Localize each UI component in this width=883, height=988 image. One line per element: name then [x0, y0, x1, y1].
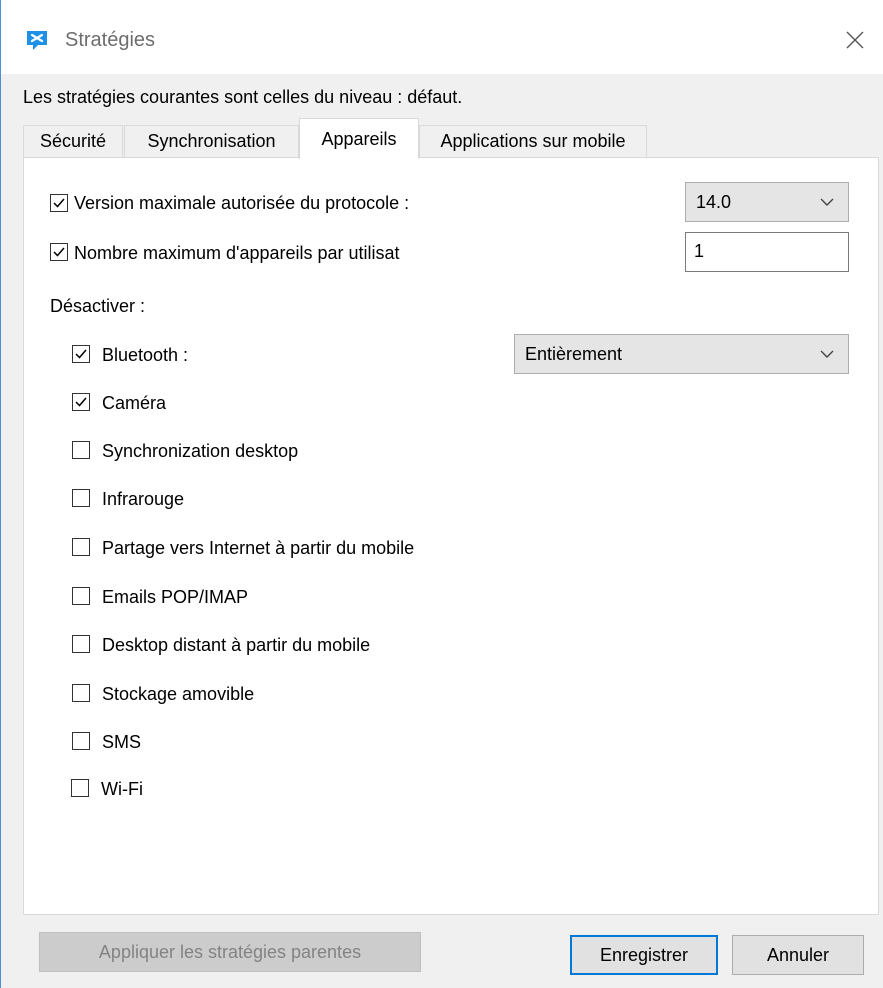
tab-appareils[interactable]: Appareils: [299, 118, 419, 159]
chevron-down-icon: [820, 198, 834, 206]
checkmark-icon: [53, 198, 65, 208]
protocol-version-value: 14.0: [696, 192, 732, 212]
max-devices-label: Nombre maximum d'appareils par utilisat: [74, 243, 400, 263]
pop-imap-checkbox[interactable]: [72, 587, 90, 605]
policies-dialog: Stratégies Les stratégies courantes sont…: [0, 0, 883, 988]
max-devices-value: 1: [694, 241, 705, 261]
max-devices-checkbox[interactable]: [50, 243, 68, 261]
bluetooth-select[interactable]: Entièrement: [514, 334, 849, 374]
desktop-sync-label: Synchronization desktop: [102, 441, 299, 461]
removable-storage-checkbox[interactable]: [72, 684, 90, 702]
max-devices-input[interactable]: 1: [685, 232, 849, 272]
protocol-version-select[interactable]: 14.0: [685, 182, 849, 222]
camera-checkbox[interactable]: [72, 393, 90, 411]
internet-sharing-checkbox[interactable]: [72, 538, 90, 556]
infrared-checkbox[interactable]: [72, 489, 90, 507]
cancel-button[interactable]: Annuler: [732, 935, 864, 975]
apply-parent-policies-button: Appliquer les stratégies parentes: [39, 932, 421, 972]
close-button[interactable]: [840, 25, 870, 55]
tab-securite[interactable]: Sécurité: [23, 125, 123, 157]
remote-desktop-label: Desktop distant à partir du mobile: [102, 635, 371, 655]
bluetooth-label: Bluetooth :: [102, 345, 189, 365]
save-button[interactable]: Enregistrer: [570, 935, 718, 975]
sms-checkbox[interactable]: [72, 732, 90, 750]
bluetooth-checkbox[interactable]: [72, 345, 90, 363]
protocol-version-checkbox[interactable]: [50, 194, 68, 212]
bluetooth-value: Entièrement: [525, 344, 623, 364]
internet-sharing-label: Partage vers Internet à partir du mobile: [102, 538, 415, 558]
tab-applications-mobile[interactable]: Applications sur mobile: [419, 125, 647, 157]
title-bar: Stratégies: [1, 0, 883, 74]
window-title: Stratégies: [65, 29, 156, 51]
wifi-checkbox[interactable]: [71, 779, 89, 797]
checkmark-icon: [75, 349, 87, 359]
wifi-label: Wi-Fi: [101, 779, 143, 799]
chevron-down-icon: [820, 350, 834, 358]
pop-imap-label: Emails POP/IMAP: [102, 587, 249, 607]
devices-panel: Version maximale autorisée du protocole …: [23, 157, 879, 915]
checkmark-icon: [75, 397, 87, 407]
removable-storage-label: Stockage amovible: [102, 684, 255, 704]
desktop-sync-checkbox[interactable]: [72, 441, 90, 459]
current-policy-info: Les stratégies courantes sont celles du …: [23, 87, 463, 107]
infrared-label: Infrarouge: [102, 489, 185, 509]
remote-desktop-checkbox[interactable]: [72, 635, 90, 653]
chat-bubble-icon: [25, 28, 49, 52]
disable-heading: Désactiver :: [50, 296, 146, 316]
close-icon: [846, 31, 864, 49]
sms-label: SMS: [102, 732, 142, 752]
tab-synchronisation[interactable]: Synchronisation: [124, 125, 299, 157]
camera-label: Caméra: [102, 393, 167, 413]
checkmark-icon: [53, 247, 65, 257]
protocol-version-label: Version maximale autorisée du protocole …: [74, 193, 410, 213]
